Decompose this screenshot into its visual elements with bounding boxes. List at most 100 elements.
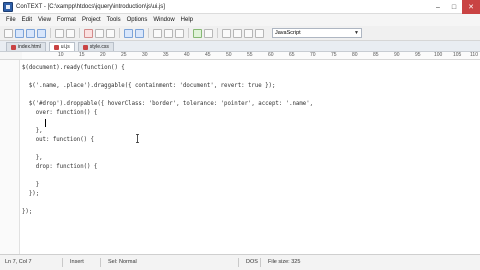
toolbar-separator [119, 28, 120, 38]
toolbar-separator [148, 28, 149, 38]
maximize-button[interactable]: □ [446, 0, 462, 14]
ruler-label: 95 [415, 52, 421, 58]
code-line: }); [22, 209, 33, 215]
ruler-label: 30 [142, 52, 148, 58]
print-icon[interactable] [55, 28, 64, 38]
user-tool-1-icon[interactable] [222, 28, 231, 38]
save-icon[interactable] [26, 28, 35, 38]
title-bar: ConTEXT - [C:\xampp\htdocs\jquery\introd… [0, 0, 480, 14]
code-line: drop: function() { [22, 164, 98, 170]
ruler-label: 75 [331, 52, 337, 58]
open-folder-icon[interactable] [15, 28, 24, 38]
toolbar-separator [50, 28, 51, 38]
copy-icon[interactable] [95, 28, 104, 38]
menu-edit[interactable]: Edit [22, 17, 32, 23]
ruler-label: 70 [310, 52, 316, 58]
status-separator [238, 258, 239, 267]
file-icon [82, 44, 88, 50]
ruler-label: 90 [394, 52, 400, 58]
tab-label: index.html [18, 44, 41, 50]
cut-icon[interactable] [84, 28, 93, 38]
ruler-gutter [0, 52, 22, 60]
menu-tools[interactable]: Tools [107, 17, 121, 23]
ruler-label: 100 [434, 52, 443, 58]
language-select-value: JavaScript [275, 30, 301, 36]
menu-bar: File Edit View Format Project Tools Opti… [0, 14, 480, 26]
ruler-label: 10 [58, 52, 64, 58]
pen-icon[interactable] [193, 28, 202, 38]
ruler-label: 65 [289, 52, 295, 58]
ruler-label: 40 [184, 52, 190, 58]
status-separator [260, 258, 261, 267]
ruler-label: 60 [268, 52, 274, 58]
ruler-label: 85 [373, 52, 379, 58]
ibeam-cursor-icon [136, 134, 139, 143]
status-separator [62, 258, 63, 267]
save-all-icon[interactable] [37, 28, 46, 38]
window-controls: – □ ✕ [430, 0, 480, 14]
code-line: }); [22, 191, 40, 197]
tab-index-html[interactable]: index.html [6, 42, 46, 51]
window-title: ConTEXT - [C:\xampp\htdocs\jquery\introd… [16, 3, 165, 10]
status-separator [100, 258, 101, 267]
selection-mode: Sel: Normal [108, 259, 137, 265]
status-bar: Ln 7, Col 7 Insert Sel: Normal DOS File … [0, 254, 480, 270]
column-ruler: 10 15 20 25 30 35 40 45 50 55 60 65 70 7… [22, 52, 480, 60]
text-caret [45, 119, 46, 127]
menu-options[interactable]: Options [127, 17, 148, 23]
undo-icon[interactable] [124, 28, 133, 38]
tab-label: ui.js [60, 44, 70, 50]
ruler-label: 105 [453, 52, 462, 58]
find-next-icon[interactable] [164, 28, 173, 38]
file-icon [53, 44, 59, 50]
language-select[interactable]: JavaScript ▼ [272, 28, 362, 38]
code-line: $(document).ready(function() { [22, 65, 125, 71]
file-tab-bar: index.html ui.js style.css [0, 41, 480, 52]
code-line: } [22, 182, 40, 188]
user-tool-4-icon[interactable] [255, 28, 264, 38]
menu-view[interactable]: View [38, 17, 51, 23]
toolbar: JavaScript ▼ [0, 26, 480, 41]
find-icon[interactable] [153, 28, 162, 38]
code-line: out: function() { [22, 137, 94, 143]
tab-label: style.css [89, 44, 109, 50]
tab-ui-js[interactable]: ui.js [48, 42, 75, 51]
ruler-label: 80 [352, 52, 358, 58]
redo-icon[interactable] [135, 28, 144, 38]
toolbar-separator [188, 28, 189, 38]
ruler-label: 110 [470, 52, 478, 58]
code-editor[interactable]: $(document).ready(function() { $('.name,… [20, 60, 480, 254]
menu-window[interactable]: Window [153, 17, 174, 23]
code-line: }, [22, 155, 43, 161]
replace-icon[interactable] [175, 28, 184, 38]
line-gutter[interactable] [0, 60, 20, 254]
ruler-label: 15 [79, 52, 85, 58]
context-app-icon [3, 1, 13, 12]
minimize-button[interactable]: – [430, 0, 446, 14]
file-size: File size: 325 [268, 259, 301, 265]
code-line: over: function() { [22, 110, 98, 116]
tools-icon[interactable] [204, 28, 213, 38]
toolbar-separator [79, 28, 80, 38]
toolbar-separator [217, 28, 218, 38]
tab-style-css[interactable]: style.css [77, 42, 114, 51]
ruler-label: 20 [100, 52, 106, 58]
menu-format[interactable]: Format [57, 17, 76, 23]
code-line: $('#drop').droppable({ hoverClass: 'bord… [22, 101, 314, 107]
new-file-icon[interactable] [4, 28, 13, 38]
chevron-down-icon: ▼ [354, 30, 359, 36]
menu-project[interactable]: Project [82, 17, 101, 23]
ruler-label: 55 [247, 52, 253, 58]
print-preview-icon[interactable] [66, 28, 75, 38]
user-tool-3-icon[interactable] [244, 28, 253, 38]
menu-help[interactable]: Help [181, 17, 193, 23]
code-line: $('.name, .place').draggable({ containme… [22, 83, 276, 89]
user-tool-2-icon[interactable] [233, 28, 242, 38]
file-icon [11, 44, 16, 50]
paste-icon[interactable] [106, 28, 115, 38]
edit-mode: Insert [70, 259, 84, 265]
menu-file[interactable]: File [6, 17, 16, 23]
ruler-label: 25 [121, 52, 127, 58]
cursor-position: Ln 7, Col 7 [5, 259, 32, 265]
close-button[interactable]: ✕ [462, 0, 480, 14]
